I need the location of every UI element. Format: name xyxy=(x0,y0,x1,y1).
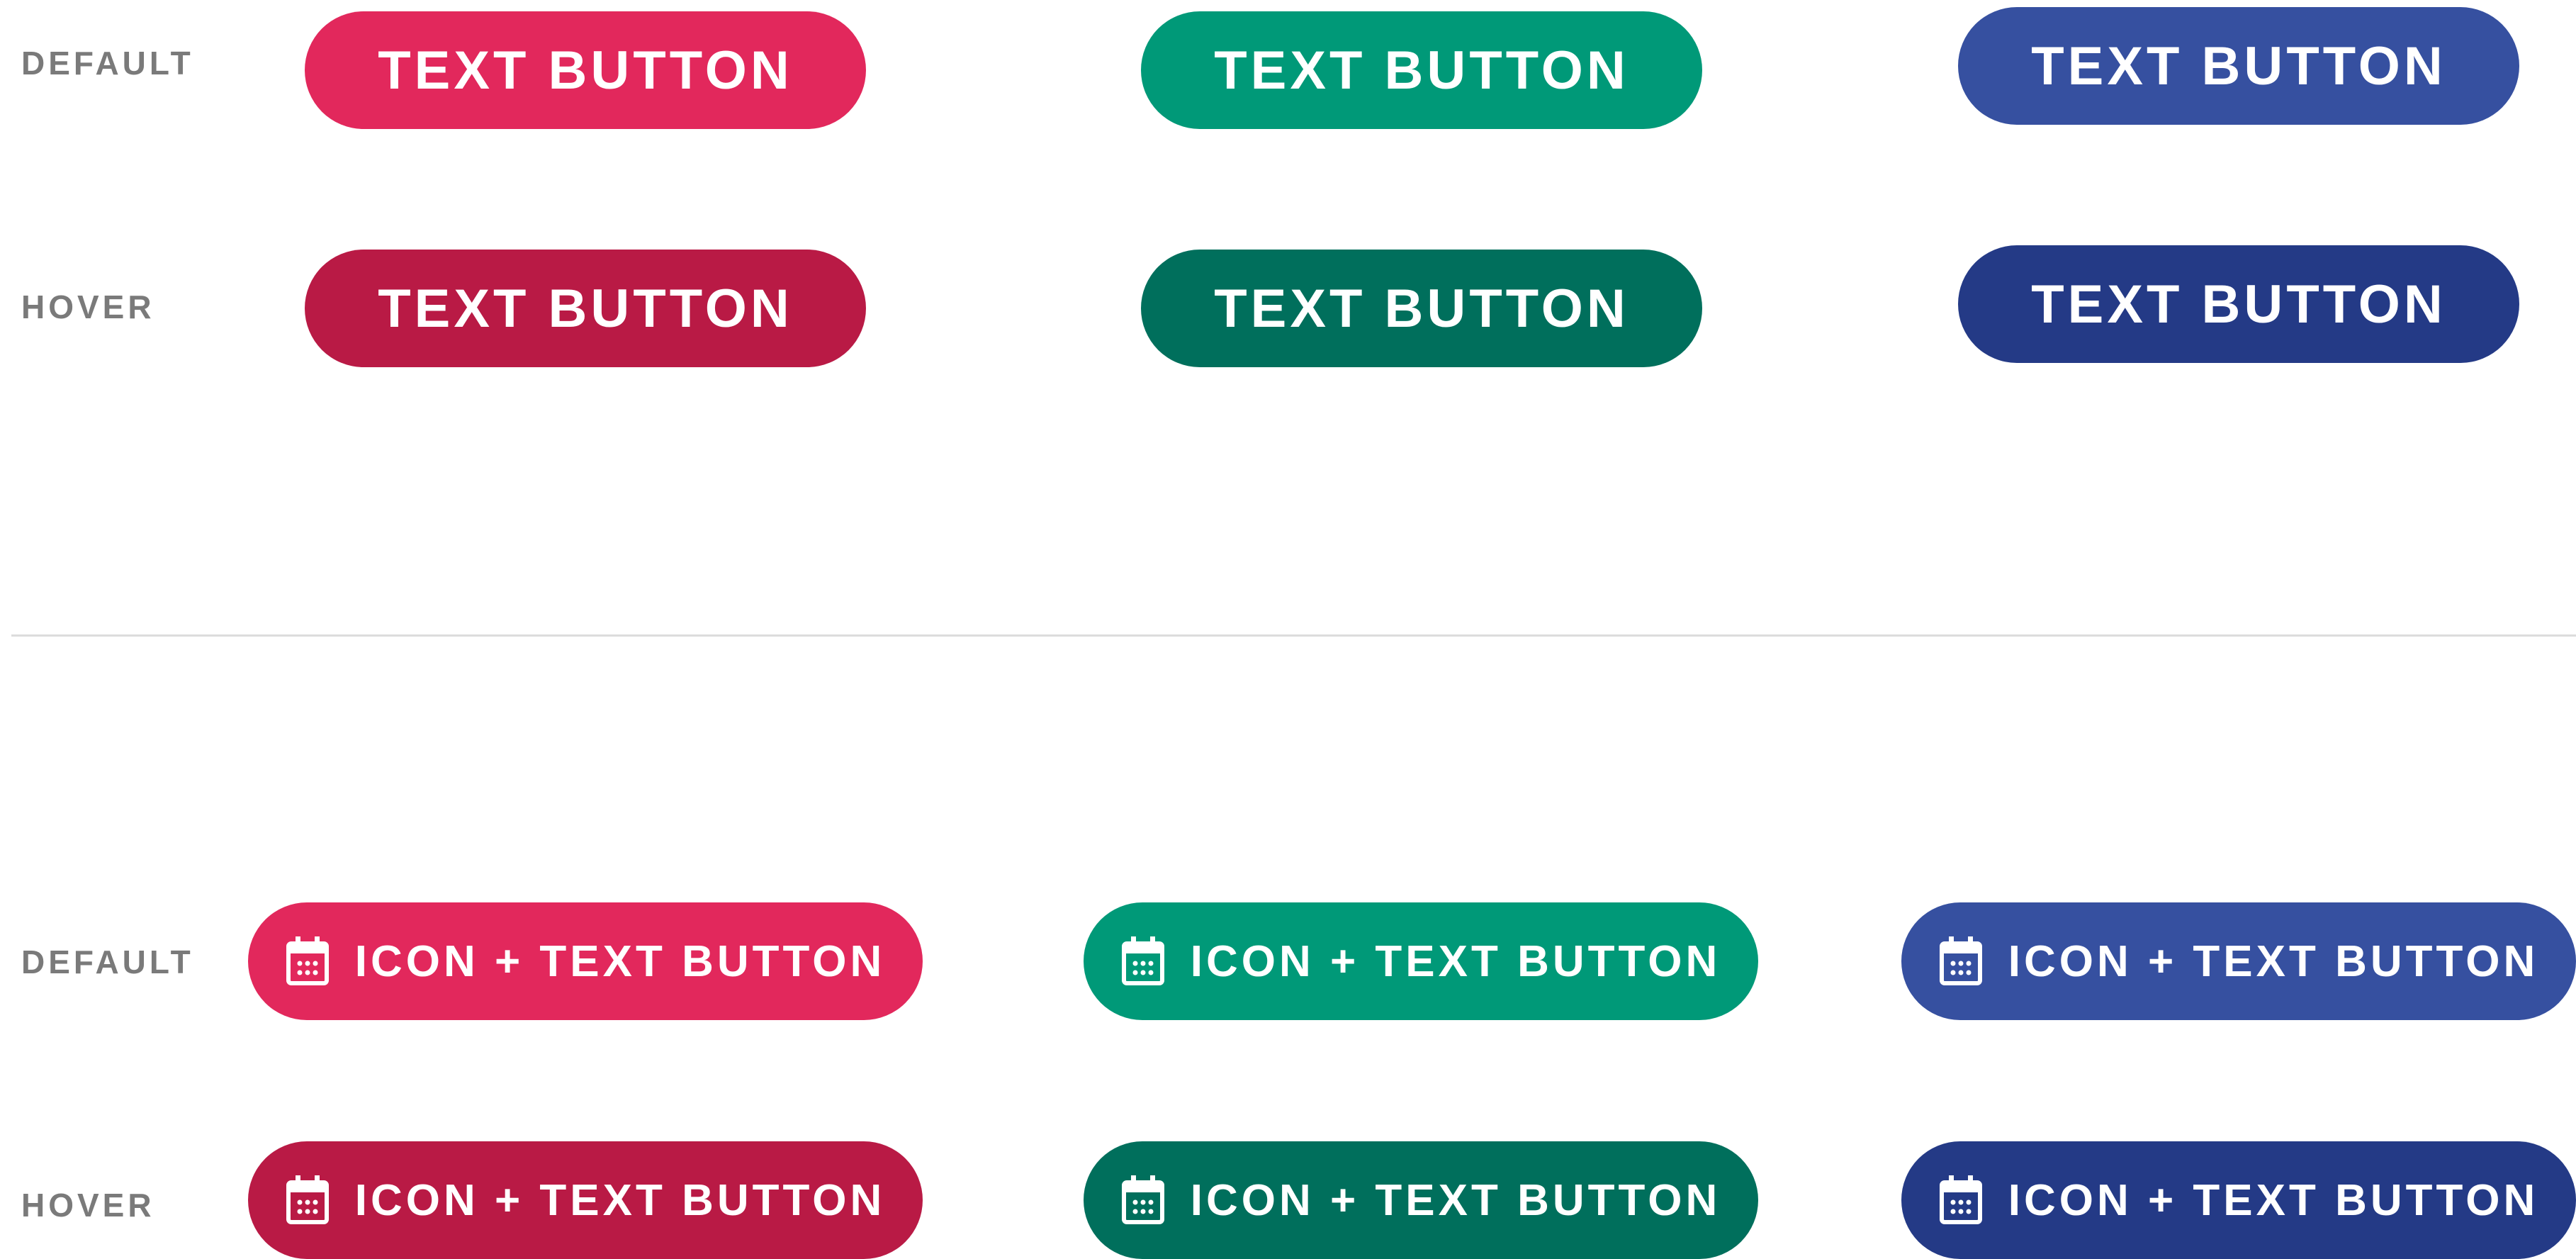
button-label: TEXT BUTTON xyxy=(1214,40,1629,101)
icon-text-button-green-default[interactable]: ICON + TEXT BUTTON xyxy=(1084,902,1758,1020)
button-label: TEXT BUTTON xyxy=(378,278,793,339)
button-label: ICON + TEXT BUTTON xyxy=(354,1175,886,1225)
button-label: TEXT BUTTON xyxy=(2031,35,2446,96)
icon-text-button-blue-default[interactable]: ICON + TEXT BUTTON xyxy=(1901,902,2576,1020)
text-button-red-hover[interactable]: TEXT BUTTON xyxy=(305,250,866,367)
section-divider xyxy=(11,634,2576,637)
calendar-icon xyxy=(286,1175,330,1225)
icon-text-button-blue-hover[interactable]: ICON + TEXT BUTTON xyxy=(1901,1141,2576,1259)
row-label-hover: HOVER xyxy=(21,1187,155,1224)
button-label: ICON + TEXT BUTTON xyxy=(2008,936,2539,986)
button-label: ICON + TEXT BUTTON xyxy=(2008,1175,2539,1225)
button-label: ICON + TEXT BUTTON xyxy=(1190,936,1721,986)
calendar-icon xyxy=(286,936,330,986)
text-button-red-default[interactable]: TEXT BUTTON xyxy=(305,11,866,129)
icon-text-button-green-hover[interactable]: ICON + TEXT BUTTON xyxy=(1084,1141,1758,1259)
button-label: TEXT BUTTON xyxy=(1214,278,1629,339)
row-label-hover: HOVER xyxy=(21,289,155,325)
text-button-green-hover[interactable]: TEXT BUTTON xyxy=(1141,250,1702,367)
calendar-icon xyxy=(1121,1175,1165,1225)
calendar-icon xyxy=(1121,936,1165,986)
button-label: ICON + TEXT BUTTON xyxy=(1190,1175,1721,1225)
text-button-green-default[interactable]: TEXT BUTTON xyxy=(1141,11,1702,129)
row-label-default: DEFAULT xyxy=(21,45,194,82)
text-button-blue-default[interactable]: TEXT BUTTON xyxy=(1958,7,2519,125)
button-label: ICON + TEXT BUTTON xyxy=(354,936,886,986)
button-label: TEXT BUTTON xyxy=(2031,274,2446,335)
button-label: TEXT BUTTON xyxy=(378,40,793,101)
text-button-blue-hover[interactable]: TEXT BUTTON xyxy=(1958,245,2519,363)
calendar-icon xyxy=(1939,936,1983,986)
row-label-default: DEFAULT xyxy=(21,944,194,980)
calendar-icon xyxy=(1939,1175,1983,1225)
icon-text-button-red-hover[interactable]: ICON + TEXT BUTTON xyxy=(248,1141,923,1259)
icon-text-button-red-default[interactable]: ICON + TEXT BUTTON xyxy=(248,902,923,1020)
